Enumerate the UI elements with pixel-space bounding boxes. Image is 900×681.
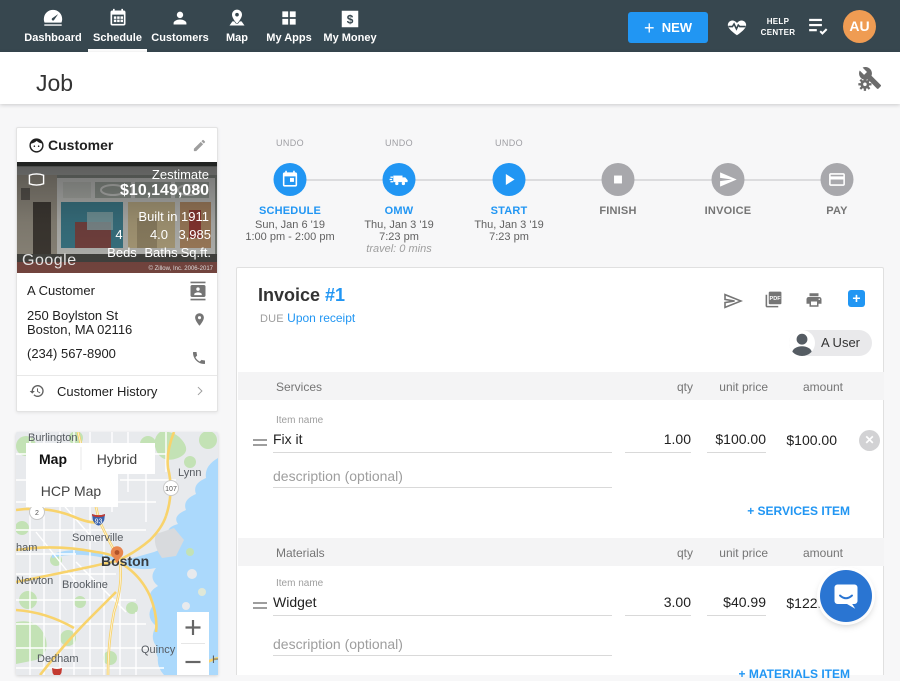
- svg-text:Hi: Hi: [212, 654, 218, 666]
- svg-text:Brookline: Brookline: [62, 579, 108, 591]
- svg-text:Lynn: Lynn: [178, 467, 201, 479]
- svg-text:$: $: [347, 13, 354, 27]
- svg-text:93: 93: [95, 519, 103, 526]
- svg-text:Boston: Boston: [101, 553, 149, 569]
- svg-text:ham: ham: [16, 542, 37, 554]
- svg-text:PDF: PDF: [770, 296, 782, 302]
- svg-text:Map: Map: [39, 451, 67, 467]
- svg-text:Dedham: Dedham: [37, 653, 79, 665]
- svg-text:Burlington: Burlington: [28, 432, 78, 444]
- svg-text:Newton: Newton: [16, 575, 53, 587]
- svg-text:Quincy: Quincy: [141, 644, 176, 656]
- svg-text:HCP Map: HCP Map: [41, 483, 102, 499]
- svg-text:Hybrid: Hybrid: [97, 451, 137, 467]
- svg-text:2: 2: [35, 510, 39, 517]
- svg-text:107: 107: [165, 486, 177, 493]
- svg-text:Somerville: Somerville: [72, 532, 123, 544]
